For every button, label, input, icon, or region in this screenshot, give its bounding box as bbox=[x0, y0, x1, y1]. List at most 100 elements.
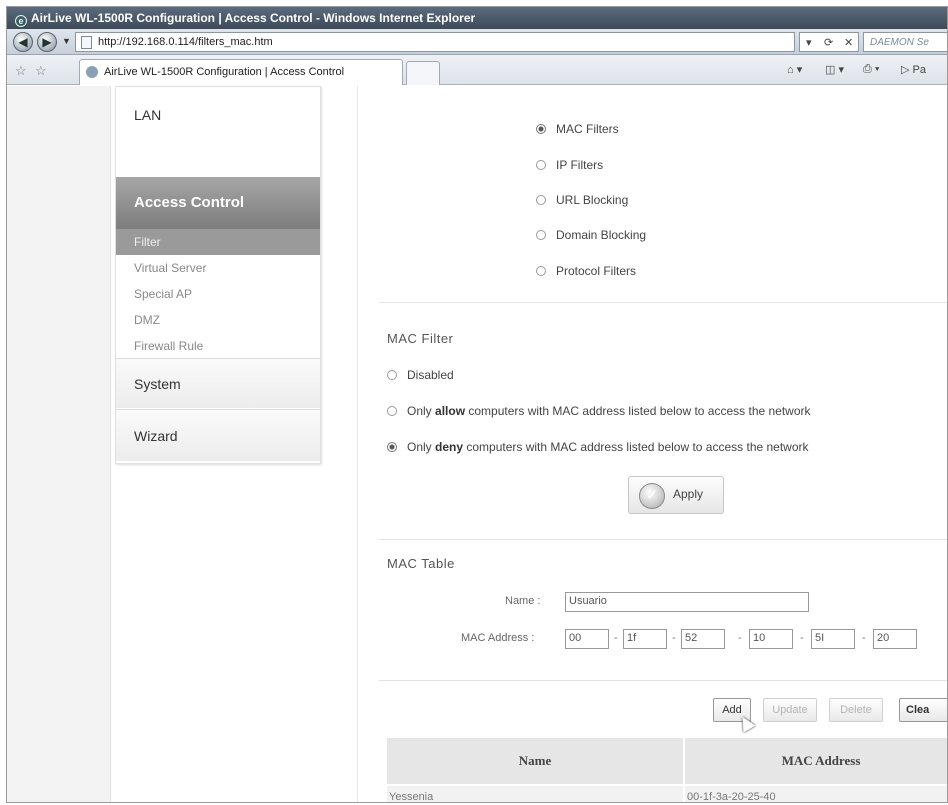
menu-spacer bbox=[116, 143, 320, 177]
table-cell-name[interactable]: Yessenia bbox=[387, 786, 683, 802]
ie-icon: e bbox=[15, 15, 27, 27]
mac-separator: - bbox=[672, 632, 676, 644]
feeds-icon[interactable]: ◫ ▾ bbox=[825, 63, 844, 76]
apply-label: Apply bbox=[673, 487, 704, 501]
radio-deny[interactable] bbox=[387, 442, 397, 452]
mac-octet-field[interactable]: 00 bbox=[565, 629, 609, 649]
section-divider bbox=[379, 539, 947, 540]
sidebar-item-system[interactable]: System bbox=[116, 358, 320, 408]
filter-option-label: IP Filters bbox=[556, 158, 604, 172]
mac-octet-field[interactable]: 20 bbox=[873, 629, 917, 649]
sidebar-item-wizard[interactable]: Wizard bbox=[116, 409, 320, 461]
refresh-icon[interactable]: ⟳ bbox=[824, 36, 833, 49]
column-divider bbox=[357, 86, 358, 802]
page-menu[interactable]: ▷ Pa bbox=[901, 63, 926, 76]
refresh-stop-controls: ▾ ⟳ ✕ bbox=[799, 32, 859, 52]
radio-ip-filters[interactable] bbox=[536, 160, 546, 170]
section-divider bbox=[379, 302, 947, 303]
forward-arrow-icon[interactable]: ▶ bbox=[37, 32, 57, 52]
search-input[interactable]: DAEMON Se bbox=[863, 32, 947, 52]
page-menu-label: Pa bbox=[912, 64, 926, 76]
mac-table-title: MAC Table bbox=[387, 556, 455, 571]
delete-button[interactable]: Delete bbox=[829, 698, 883, 722]
mode-text-prefix: Only bbox=[407, 440, 436, 454]
favorites-star-icon[interactable]: ☆ bbox=[15, 63, 27, 79]
filter-option-mac[interactable]: MAC Filters bbox=[536, 122, 619, 136]
sidebar-menu: LAN Access Control Filter Virtual Server… bbox=[115, 86, 321, 464]
radio-disabled[interactable] bbox=[387, 370, 397, 380]
page-content: LAN Access Control Filter Virtual Server… bbox=[7, 86, 947, 802]
mac-separator: - bbox=[800, 632, 804, 644]
name-field[interactable]: Usuario bbox=[565, 592, 809, 612]
search-placeholder: DAEMON Se bbox=[870, 37, 929, 48]
filter-option-label: Domain Blocking bbox=[556, 228, 647, 242]
sidebar-item-lan[interactable]: LAN bbox=[116, 87, 320, 143]
radio-domain-blocking[interactable] bbox=[536, 230, 546, 240]
home-icon[interactable]: ⌂ ▾ bbox=[787, 63, 802, 76]
tab-label: AirLive WL-1500R Configuration | Access … bbox=[104, 66, 345, 78]
new-tab-button[interactable] bbox=[406, 61, 440, 85]
radio-url-blocking[interactable] bbox=[536, 195, 546, 205]
browser-window: e AirLive WL-1500R Configuration | Access… bbox=[6, 6, 948, 803]
sidebar-item-access-control[interactable]: Access Control bbox=[116, 177, 320, 229]
page-icon bbox=[81, 36, 92, 49]
print-icon[interactable]: ⎙ ▾ bbox=[863, 63, 879, 76]
clear-button[interactable]: Clea bbox=[899, 698, 947, 722]
url-text: http://192.168.0.114/filters_mac.htm bbox=[98, 36, 273, 48]
mac-separator: - bbox=[738, 632, 742, 644]
mac-octet-field[interactable]: 5I bbox=[811, 629, 855, 649]
url-dropdown-icon[interactable]: ▾ bbox=[806, 36, 812, 49]
tab-bar: ☆ ☆ AirLive WL-1500R Configuration | Acc… bbox=[7, 55, 947, 85]
filter-option-protocol[interactable]: Protocol Filters bbox=[536, 264, 636, 278]
mac-octet-field[interactable]: 10 bbox=[749, 629, 793, 649]
mode-disabled[interactable]: Disabled bbox=[387, 368, 454, 382]
name-label: Name : bbox=[505, 595, 541, 607]
site-icon bbox=[86, 66, 98, 78]
sidebar-subitem-firewall-rule[interactable]: Firewall Rule bbox=[116, 333, 320, 359]
history-dropdown-icon[interactable]: ▼ bbox=[62, 36, 71, 46]
mac-octet-field[interactable]: 1f bbox=[623, 629, 667, 649]
section-divider bbox=[379, 680, 947, 681]
filter-option-label: URL Blocking bbox=[556, 193, 629, 207]
mac-octet-field[interactable]: 52 bbox=[681, 629, 725, 649]
mode-allow[interactable]: Only allow computers with MAC address li… bbox=[387, 404, 811, 418]
url-field[interactable]: http://192.168.0.114/filters_mac.htm bbox=[75, 32, 795, 52]
radio-mac-filters[interactable] bbox=[536, 124, 546, 134]
mode-keyword: deny bbox=[435, 440, 464, 454]
mac-separator: - bbox=[862, 632, 866, 644]
filter-option-label: MAC Filters bbox=[556, 122, 619, 136]
mode-deny[interactable]: Only deny computers with MAC address lis… bbox=[387, 440, 809, 454]
mode-keyword: allow bbox=[435, 404, 466, 418]
apply-button[interactable]: ✓ Apply bbox=[628, 476, 724, 514]
add-favorites-icon[interactable]: ☆ bbox=[35, 63, 47, 79]
address-bar: ◀ ▶ ▼ http://192.168.0.114/filters_mac.h… bbox=[7, 29, 947, 55]
mac-address-label: MAC Address : bbox=[461, 632, 535, 644]
column-header-mac-address: MAC Address bbox=[685, 738, 947, 784]
mac-filter-title: MAC Filter bbox=[387, 331, 454, 346]
window-title: AirLive WL-1500R Configuration | Access … bbox=[31, 11, 476, 25]
column-header-name: Name bbox=[387, 738, 683, 784]
sidebar-subitem-filter[interactable]: Filter bbox=[116, 229, 320, 255]
radio-allow[interactable] bbox=[387, 406, 397, 416]
stop-icon[interactable]: ✕ bbox=[844, 36, 853, 49]
mac-separator: - bbox=[614, 632, 618, 644]
radio-protocol-filters[interactable] bbox=[536, 266, 546, 276]
mode-text-prefix: Only bbox=[407, 404, 436, 418]
back-arrow-icon[interactable]: ◀ bbox=[13, 32, 33, 52]
mode-text-suffix: computers with MAC address listed below … bbox=[465, 404, 811, 418]
left-gutter bbox=[7, 86, 111, 802]
filter-option-label: Protocol Filters bbox=[556, 264, 637, 278]
filter-option-domain[interactable]: Domain Blocking bbox=[536, 228, 646, 242]
main-panel: MAC Filters IP Filters URL Blocking Doma… bbox=[379, 86, 947, 802]
sidebar-subitem-special-ap[interactable]: Special AP bbox=[116, 281, 320, 307]
check-icon: ✓ bbox=[639, 483, 665, 509]
title-bar: e AirLive WL-1500R Configuration | Access… bbox=[7, 7, 947, 29]
filter-option-url[interactable]: URL Blocking bbox=[536, 193, 628, 207]
tab-access-control[interactable]: AirLive WL-1500R Configuration | Access … bbox=[79, 59, 403, 85]
update-button[interactable]: Update bbox=[763, 698, 817, 722]
mode-text-suffix: computers with MAC address listed below … bbox=[463, 440, 809, 454]
table-cell-mac[interactable]: 00-1f-3a-20-25-40 bbox=[685, 786, 947, 802]
sidebar-subitem-dmz[interactable]: DMZ bbox=[116, 307, 320, 333]
sidebar-subitem-virtual-server[interactable]: Virtual Server bbox=[116, 255, 320, 281]
filter-option-ip[interactable]: IP Filters bbox=[536, 158, 603, 172]
